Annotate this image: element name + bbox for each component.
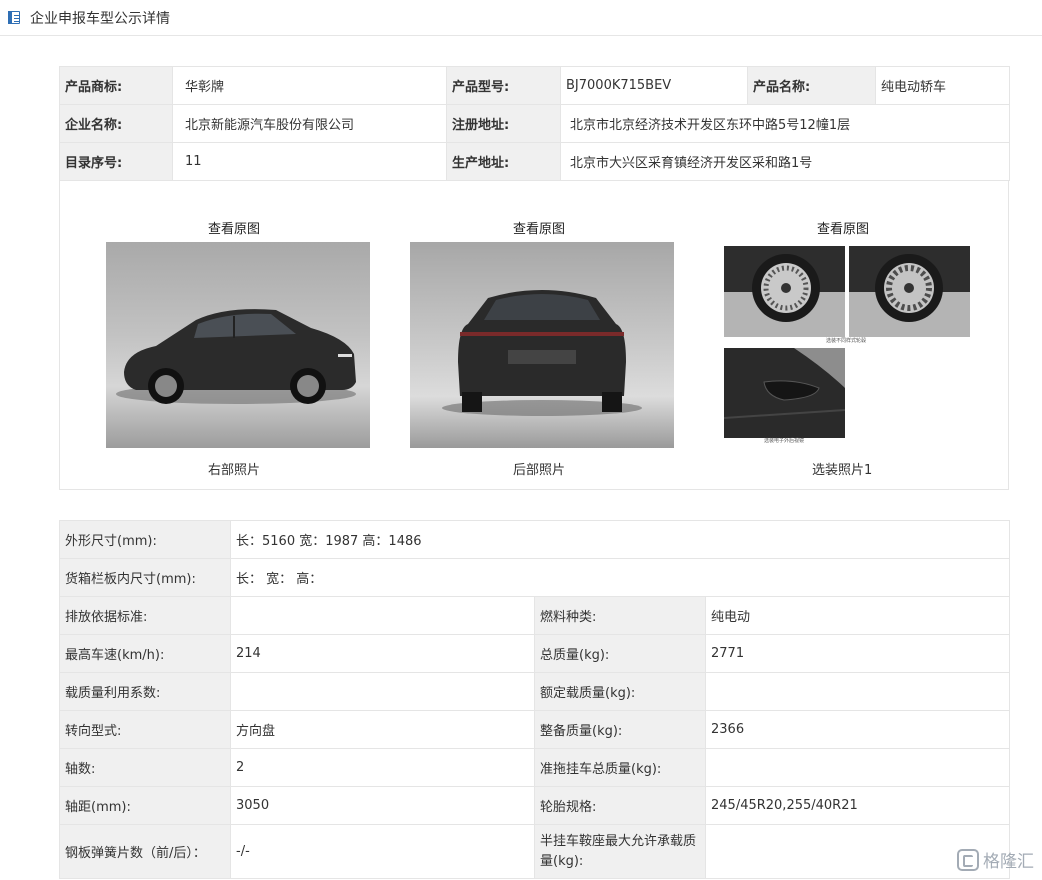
wheelbase-value: 3050 xyxy=(230,786,535,825)
prod-address-label: 生产地址: xyxy=(446,142,561,181)
table-row: 钢板弹簧片数（前/后）： -/- 半挂车鞍座最大允许承载质量(kg): xyxy=(59,824,1011,879)
optional-mirror-caption: 选装电子外后视镜 xyxy=(764,438,805,444)
optional-wheel-caption: 选装不同样式轮毂 xyxy=(826,338,867,344)
brand-label: 产品商标: xyxy=(59,66,173,105)
product-name-label: 产品名称: xyxy=(747,66,876,105)
table-row: 最高车速(km/h): 214 总质量(kg): 2771 xyxy=(59,634,1011,673)
optional-wheel-photo-1[interactable] xyxy=(724,246,845,337)
axles-value: 2 xyxy=(230,748,535,787)
spec-table: 外形尺寸(mm): 长：5160 宽：1987 高：1486 货箱栏板内尺寸(m… xyxy=(59,520,1011,879)
optional-wheel-photo-2[interactable] xyxy=(849,246,970,337)
page-header: 企业申报车型公示详情 xyxy=(0,0,1042,36)
max-speed-value: 214 xyxy=(230,634,535,673)
total-mass-value: 2771 xyxy=(704,634,1011,673)
view-original-link-1[interactable]: 查看原图 xyxy=(208,218,260,237)
table-row: 转向型式: 方向盘 整备质量(kg): 2366 xyxy=(59,710,1011,749)
curb-mass-label: 整备质量(kg): xyxy=(534,710,706,749)
watermark-text: 格隆汇 xyxy=(983,852,1034,872)
saddle-load-label: 半挂车鞍座最大允许承载质量(kg): xyxy=(534,824,706,879)
cargo-dims-value: 长： 宽： 高： xyxy=(229,558,1011,597)
axles-label: 轴数: xyxy=(59,748,231,787)
emission-label: 排放依据标准: xyxy=(59,596,231,635)
trailer-mass-value xyxy=(704,748,1011,787)
table-row: 排放依据标准: 燃料种类: 纯电动 xyxy=(59,596,1011,635)
view-original-link-3[interactable]: 查看原图 xyxy=(817,218,869,237)
fuel-label: 燃料种类: xyxy=(534,596,706,635)
steering-value: 方向盘 xyxy=(230,710,535,749)
reg-address-label: 注册地址: xyxy=(446,104,561,143)
load-coef-label: 载质量利用系数: xyxy=(59,672,231,711)
table-row: 轴数: 2 准拖挂车总质量(kg): xyxy=(59,748,1011,787)
spring-count-value: -/- xyxy=(230,824,535,879)
dims-value: 长：5160 宽：1987 高：1486 xyxy=(229,520,1011,559)
model-value: BJ7000K715BEV xyxy=(560,66,748,105)
tire-spec-label: 轮胎规格: xyxy=(534,786,706,825)
view-original-link-2[interactable]: 查看原图 xyxy=(513,218,565,237)
rated-load-value xyxy=(704,672,1011,711)
spring-count-label: 钢板弹簧片数（前/后）： xyxy=(59,824,231,879)
curb-mass-value: 2366 xyxy=(704,710,1011,749)
optional-mirror-photo[interactable] xyxy=(724,348,845,438)
table-row: 目录序号: 11 生产地址: 北京市大兴区采育镇经济开发区采和路1号 xyxy=(59,142,1010,181)
page-title: 企业申报车型公示详情 xyxy=(30,10,170,27)
trailer-mass-label: 准拖挂车总质量(kg): xyxy=(534,748,706,787)
load-coef-value xyxy=(230,672,535,711)
company-label: 企业名称: xyxy=(59,104,173,143)
table-row: 产品商标: 华彰牌 产品型号: BJ7000K715BEV 产品名称: 纯电动轿… xyxy=(59,66,1010,105)
fuel-value: 纯电动 xyxy=(704,596,1011,635)
total-mass-label: 总质量(kg): xyxy=(534,634,706,673)
document-icon xyxy=(8,11,20,24)
watermark: 格隆汇 xyxy=(957,847,1034,872)
dims-label: 外形尺寸(mm): xyxy=(59,520,231,559)
rated-load-label: 额定载质量(kg): xyxy=(534,672,706,711)
cargo-dims-label: 货箱栏板内尺寸(mm): xyxy=(59,558,231,597)
wheelbase-label: 轴距(mm): xyxy=(59,786,231,825)
catalog-value: 11 xyxy=(172,142,447,181)
photo-panel: 查看原图 右部照片 查看原图 后部照片 查看原图 选装不同样式轮毂 选装电子外后… xyxy=(59,180,1009,490)
table-row: 外形尺寸(mm): 长：5160 宽：1987 高：1486 xyxy=(59,520,1011,559)
model-label: 产品型号: xyxy=(446,66,561,105)
catalog-label: 目录序号: xyxy=(59,142,173,181)
brand-value: 华彰牌 xyxy=(172,66,447,105)
optional-photo-caption: 选装照片1 xyxy=(812,463,873,478)
product-info-table: 产品商标: 华彰牌 产品型号: BJ7000K715BEV 产品名称: 纯电动轿… xyxy=(59,66,1010,181)
rear-photo[interactable] xyxy=(410,242,674,448)
prod-address-value: 北京市大兴区采育镇经济开发区采和路1号 xyxy=(560,142,1010,181)
max-speed-label: 最高车速(km/h): xyxy=(59,634,231,673)
table-row: 企业名称: 北京新能源汽车股份有限公司 注册地址: 北京市北京经济技术开发区东环… xyxy=(59,104,1010,143)
company-value: 北京新能源汽车股份有限公司 xyxy=(172,104,447,143)
reg-address-value: 北京市北京经济技术开发区东环中路5号12幢1层 xyxy=(560,104,1010,143)
rear-photo-caption: 后部照片 xyxy=(513,463,566,478)
emission-value xyxy=(230,596,535,635)
gelonghui-logo-icon xyxy=(957,848,979,871)
right-side-photo[interactable] xyxy=(106,242,370,448)
right-side-photo-caption: 右部照片 xyxy=(208,463,261,478)
tire-spec-value: 245/45R20,255/40R21 xyxy=(704,786,1011,825)
table-row: 轴距(mm): 3050 轮胎规格: 245/45R20,255/40R21 xyxy=(59,786,1011,825)
steering-label: 转向型式: xyxy=(59,710,231,749)
table-row: 货箱栏板内尺寸(mm): 长： 宽： 高： xyxy=(59,558,1011,597)
product-name-value: 纯电动轿车 xyxy=(875,66,1010,105)
table-row: 载质量利用系数: 额定载质量(kg): xyxy=(59,672,1011,711)
